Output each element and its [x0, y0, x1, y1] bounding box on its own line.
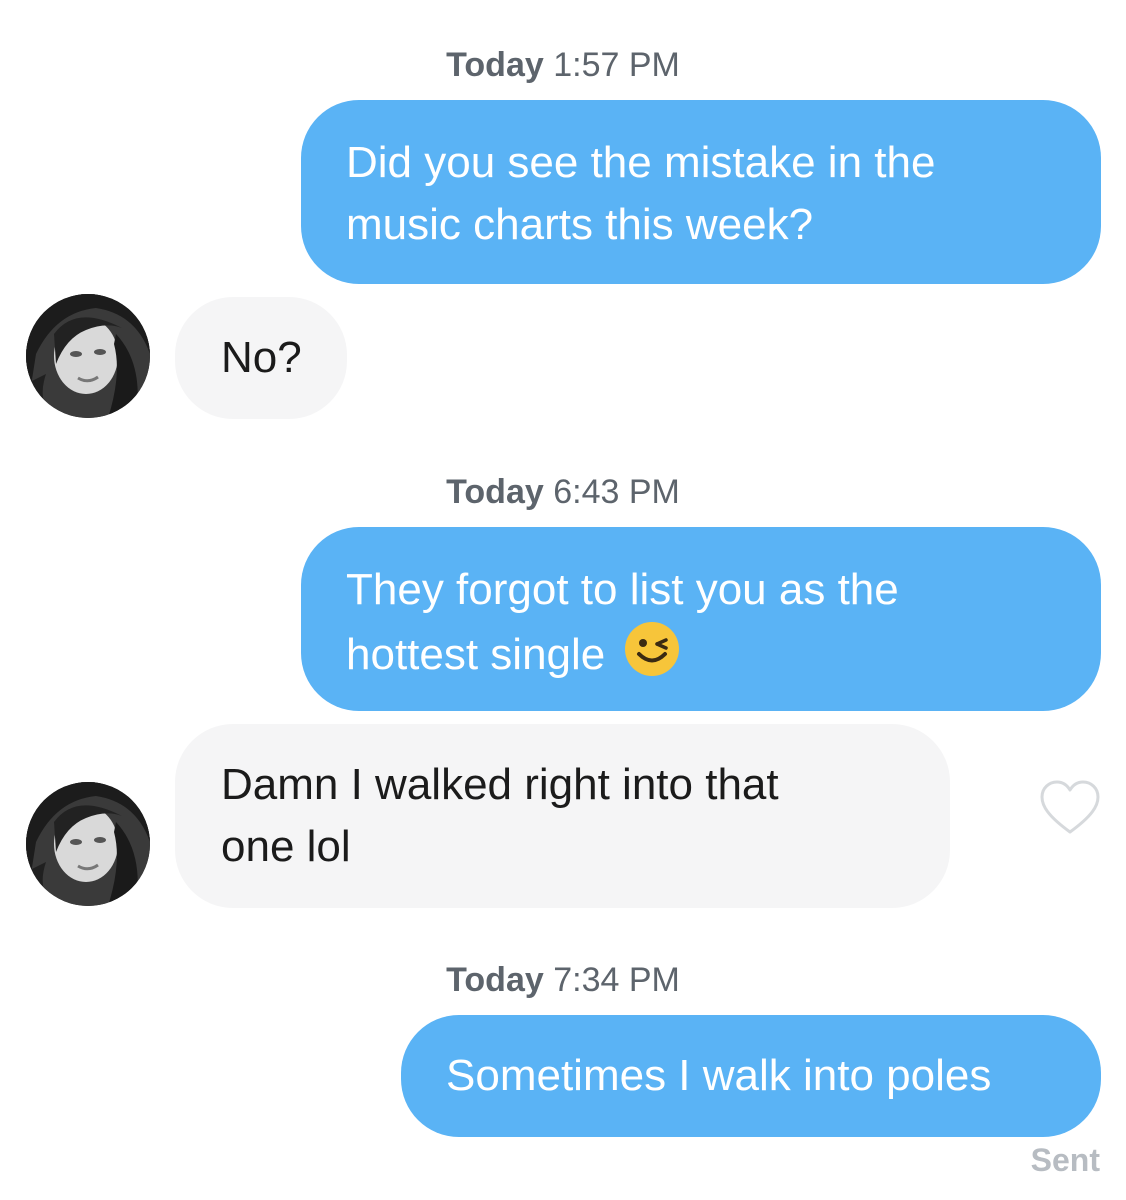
message-text-line: No?	[221, 333, 302, 382]
message-text-line: hottest single	[346, 630, 606, 679]
message-text-line: one lol	[221, 822, 351, 871]
timestamp: Today 7:34 PM	[0, 960, 1126, 1000]
timestamp: Today 6:43 PM	[0, 472, 1126, 512]
outgoing-message-bubble[interactable]: Sometimes I walk into poles	[401, 1015, 1101, 1137]
timestamp-day: Today	[446, 473, 544, 511]
timestamp-day: Today	[446, 46, 544, 84]
message-text-line: Did you see the mistake in the	[346, 138, 936, 187]
message-text-line: Sometimes I walk into poles	[446, 1051, 992, 1100]
timestamp-time: 7:34 PM	[553, 961, 680, 999]
message-status: Sent	[1030, 1142, 1100, 1178]
match-photo	[26, 294, 150, 418]
match-avatar[interactable]	[26, 294, 150, 418]
message-text-line: Damn I walked right into that	[221, 760, 779, 809]
timestamp-time: 6:43 PM	[553, 473, 680, 511]
timestamp-time: 1:57 PM	[553, 46, 680, 84]
message-text-line: They forgot to list you as the	[346, 565, 899, 614]
message-text-line: music charts this week?	[346, 200, 814, 249]
winking-face-emoji-icon	[624, 621, 680, 694]
outgoing-message-bubble[interactable]: Did you see the mistake in the music cha…	[301, 100, 1101, 284]
outgoing-message-bubble[interactable]: They forgot to list you as the hottest s…	[301, 527, 1101, 711]
match-avatar[interactable]	[26, 782, 150, 906]
timestamp: Today 1:57 PM	[0, 45, 1126, 85]
timestamp-day: Today	[446, 961, 544, 999]
match-photo	[26, 782, 150, 906]
like-heart-icon[interactable]	[1040, 780, 1100, 841]
incoming-message-bubble[interactable]: No?	[175, 297, 347, 419]
incoming-message-bubble[interactable]: Damn I walked right into that one lol	[175, 724, 950, 908]
